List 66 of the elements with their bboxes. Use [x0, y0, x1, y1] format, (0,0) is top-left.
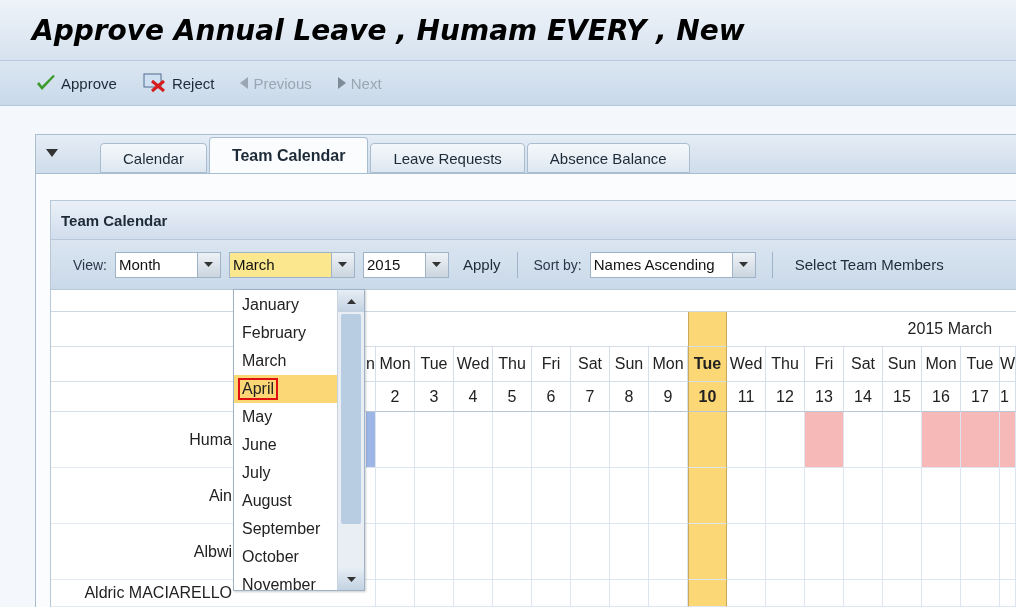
- weekday-header: Sun: [610, 347, 649, 382]
- tab-menu-icon[interactable]: [46, 149, 58, 157]
- month-option[interactable]: August: [234, 487, 337, 515]
- down-arrow-icon: [346, 576, 356, 582]
- weekday-header: Thu: [766, 347, 805, 382]
- dropdown-field[interactable]: Names Ascending: [589, 251, 756, 278]
- day-header: 15: [883, 382, 922, 412]
- day-header: 2: [376, 382, 415, 412]
- weekday-header: Tue: [415, 347, 454, 382]
- month-option[interactable]: January: [234, 291, 337, 319]
- day-header: 5: [493, 382, 532, 412]
- left-triangle-icon: [240, 77, 249, 89]
- dropdown-field[interactable]: March: [229, 251, 355, 278]
- month-option[interactable]: October: [234, 543, 337, 571]
- reject-button[interactable]: Reject: [140, 71, 217, 95]
- weekday-header: Mon: [922, 347, 961, 382]
- down-arrow-icon: [739, 262, 749, 267]
- panel-title: Team Calendar: [61, 211, 168, 229]
- weekday-header: Sat: [844, 347, 883, 382]
- weekday-header: Fri: [532, 347, 571, 382]
- month-option[interactable]: April: [234, 375, 337, 403]
- approve-button[interactable]: Approve: [34, 72, 119, 94]
- day-header: 3: [415, 382, 454, 412]
- up-arrow-icon: [346, 298, 356, 304]
- weekday-header: Fri: [805, 347, 844, 382]
- weekday-header: Sun: [883, 347, 922, 382]
- day-header: 10: [688, 382, 727, 412]
- month-title: 2015 March: [727, 312, 1016, 347]
- weekday-header: Mon: [376, 347, 415, 382]
- tab[interactable]: Leave Requests: [370, 143, 525, 173]
- day-header: 6: [532, 382, 571, 412]
- month-option[interactable]: June: [234, 431, 337, 459]
- down-arrow-icon: [204, 262, 214, 267]
- today-column-cell: [688, 312, 727, 347]
- day-header: 14: [844, 382, 883, 412]
- weekday-header: Sat: [571, 347, 610, 382]
- link[interactable]: Apply: [463, 256, 501, 273]
- check-icon: [36, 74, 56, 92]
- window-title: Approve Annual Leave , Humam EVERY , New: [32, 13, 745, 47]
- dropdown-field[interactable]: Month: [115, 251, 221, 278]
- reject-icon: [142, 73, 167, 93]
- dropdown-field[interactable]: 2015: [363, 251, 449, 278]
- tab[interactable]: Absence Balance: [526, 143, 690, 173]
- day-header: 4: [454, 382, 493, 412]
- tab[interactable]: Calendar: [100, 143, 207, 173]
- day-header: 11: [727, 382, 766, 412]
- weekday-header: Wed: [727, 347, 766, 382]
- weekday-header: Tue: [961, 347, 1000, 382]
- month-option[interactable]: February: [234, 319, 337, 347]
- right-triangle-icon: [337, 77, 346, 89]
- field-label: View:: [73, 256, 107, 273]
- month-option[interactable]: March: [234, 347, 337, 375]
- weekday-header: W: [1000, 347, 1016, 382]
- down-arrow-icon: [338, 262, 348, 267]
- tab[interactable]: Team Calendar: [208, 137, 369, 173]
- down-arrow-icon: [432, 262, 442, 267]
- weekday-header: n: [366, 347, 376, 382]
- field-label: Sort by:: [533, 256, 582, 273]
- weekday-header: Wed: [454, 347, 493, 382]
- scrollbar[interactable]: [337, 290, 364, 590]
- weekday-header: Thu: [493, 347, 532, 382]
- day-header: 8: [610, 382, 649, 412]
- link[interactable]: Select Team Members: [794, 256, 944, 273]
- day-header: 12: [766, 382, 805, 412]
- day-header: 7: [571, 382, 610, 412]
- weekday-header: Tue: [688, 347, 727, 382]
